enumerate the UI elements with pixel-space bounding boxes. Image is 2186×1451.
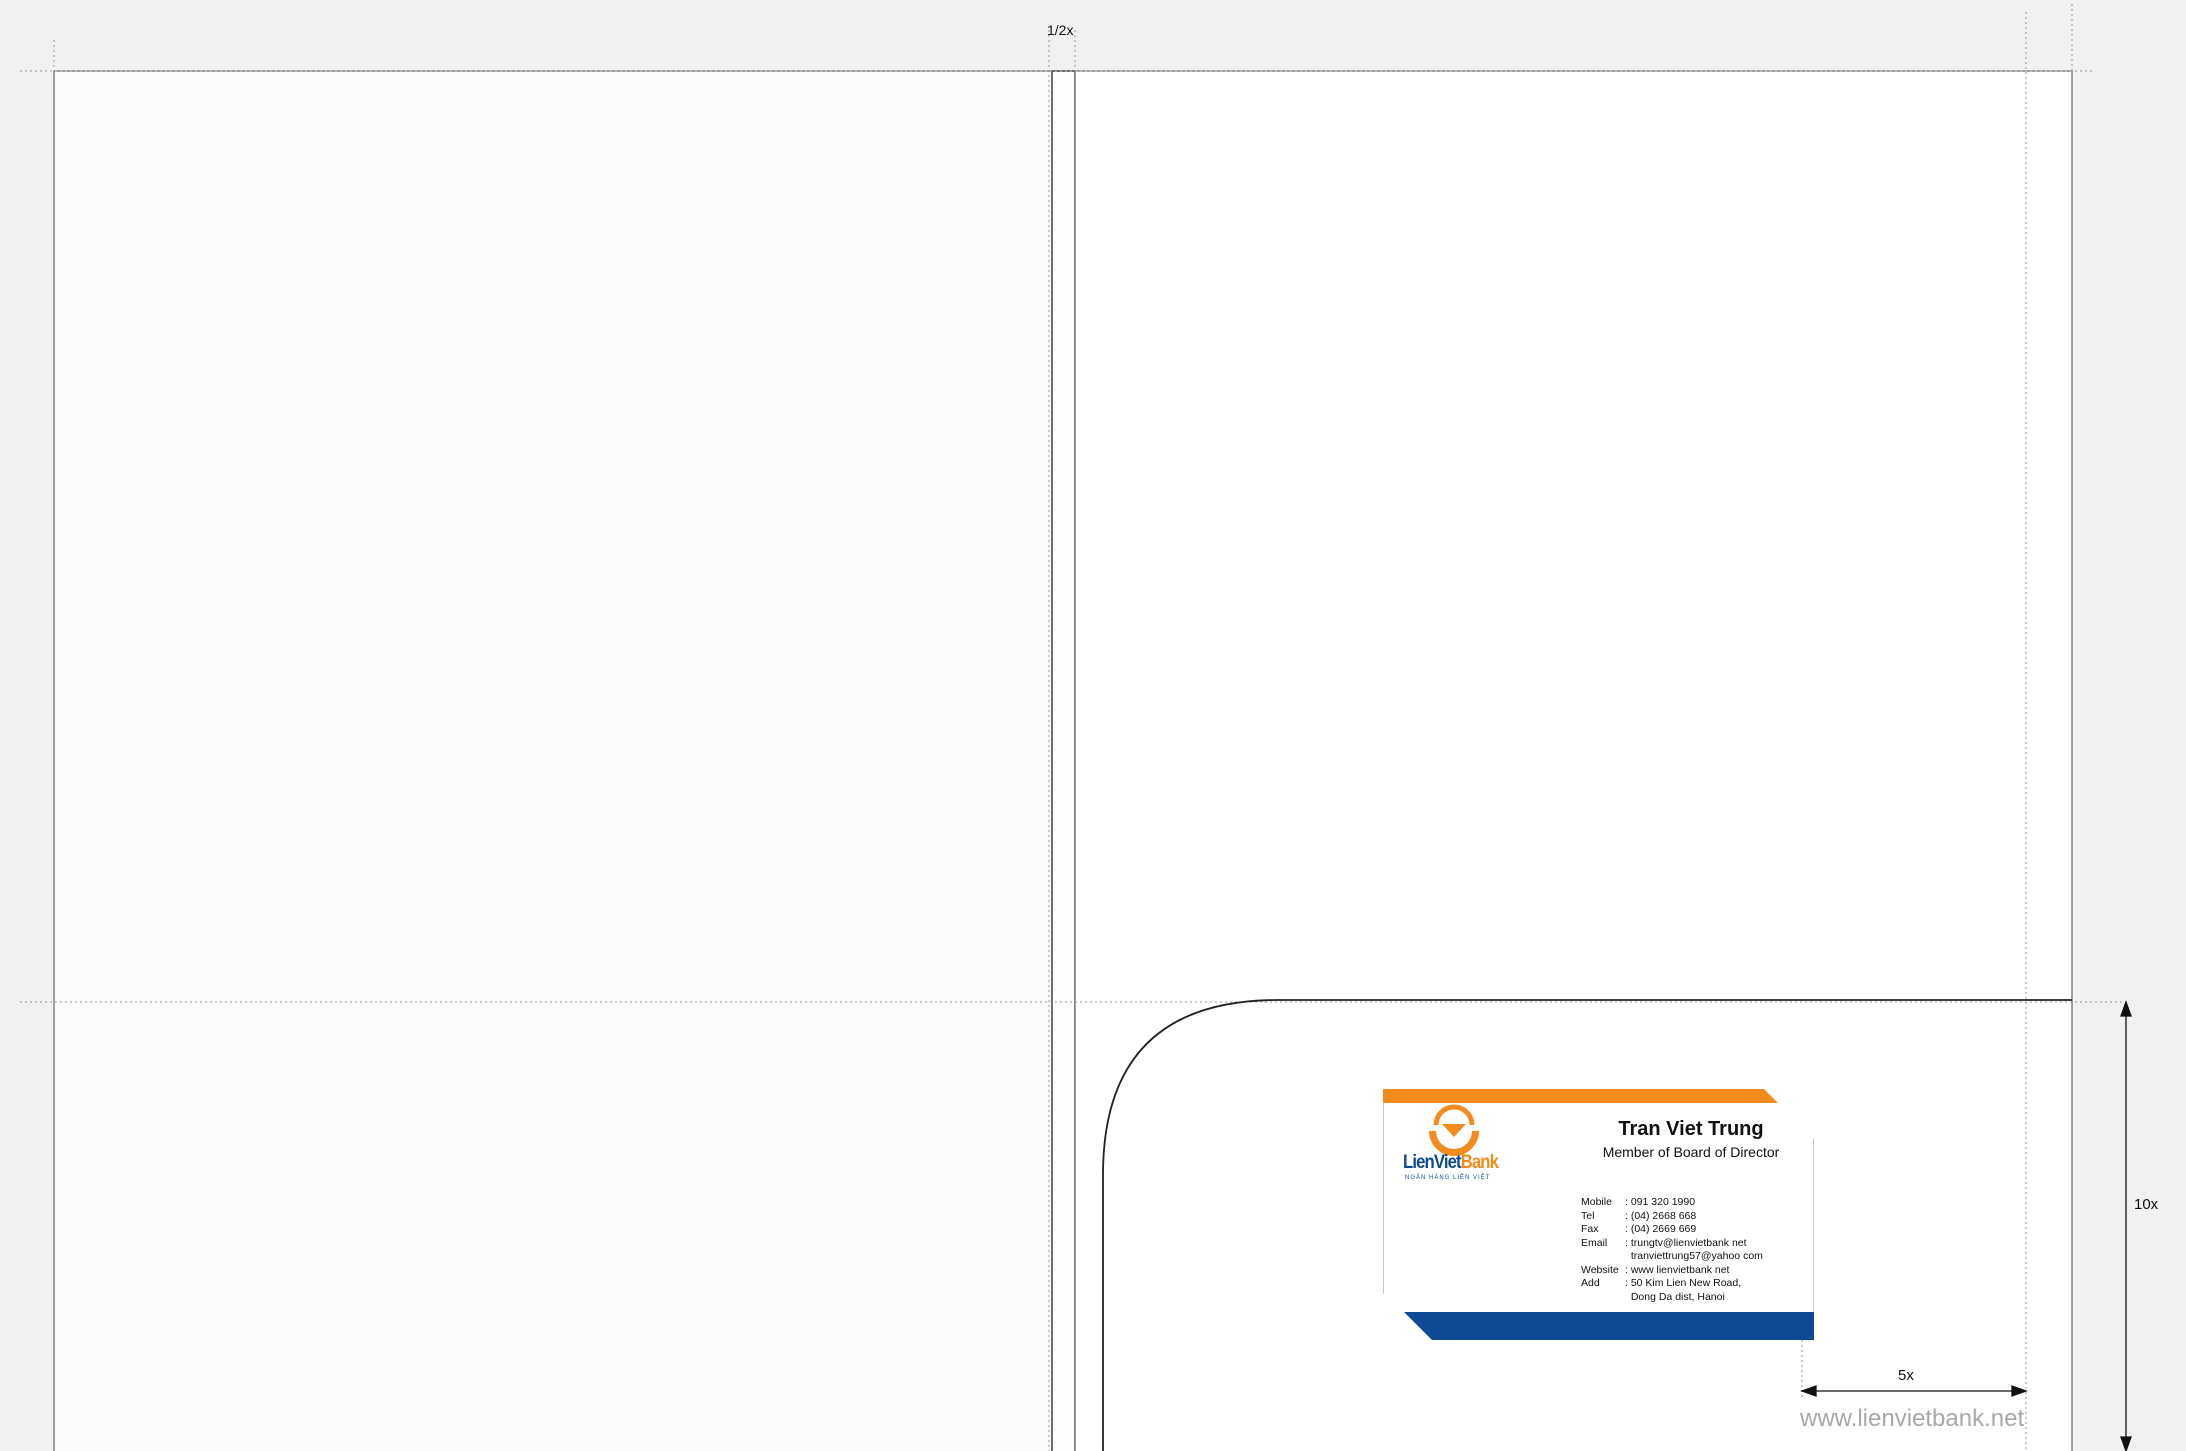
card-name: Tran Viet Trung (1618, 1118, 1764, 1140)
business-card: LienVietBank NGÂN HÀNG LIÊN VIỆT Tran Vi… (1383, 1089, 1814, 1340)
logo-tagline: NGÂN HÀNG LIÊN VIỆT (1405, 1175, 1491, 1181)
dimension-label-10x: 10x (2134, 1196, 2159, 1213)
contact-row: Website: www lienvietbank net (1581, 1263, 1730, 1276)
card-title: Member of Board of Director (1602, 1144, 1780, 1160)
contact-row: Tel: (04) 2668 668 (1581, 1209, 1697, 1222)
logo-brand: LienVietBank (1403, 1152, 1499, 1173)
card-orange-band (1383, 1089, 1778, 1103)
contact-row: Email: trungtv@lienvietbank net (1581, 1236, 1747, 1249)
dimension-label-5x: 5x (1898, 1367, 1914, 1384)
spine (1051, 70, 1076, 1451)
contact-row: Fax: (04) 2669 669 (1581, 1223, 1697, 1235)
contact-row: Dong Da dist, Hanoi (1625, 1290, 1725, 1303)
contact-row: Add: 50 Kim Lien New Road, (1581, 1277, 1742, 1289)
card-blue-band (1404, 1312, 1814, 1340)
left-panel (53, 70, 1053, 1451)
website-url: www.lienvietbank.net (1800, 1405, 2025, 1432)
contact-row: tranviettrung57@yahoo com (1625, 1250, 1763, 1262)
dimension-arrow-vertical (2120, 1000, 2132, 1451)
dimension-label-half-x: 1/2x (1047, 22, 1074, 38)
folder-template-drawing (20, 4, 2132, 1451)
card-contacts: Mobile: 091 320 1990 Tel: (04) 2668 668 … (1581, 1196, 1763, 1304)
contact-row: Mobile: 091 320 1990 (1581, 1196, 1696, 1208)
